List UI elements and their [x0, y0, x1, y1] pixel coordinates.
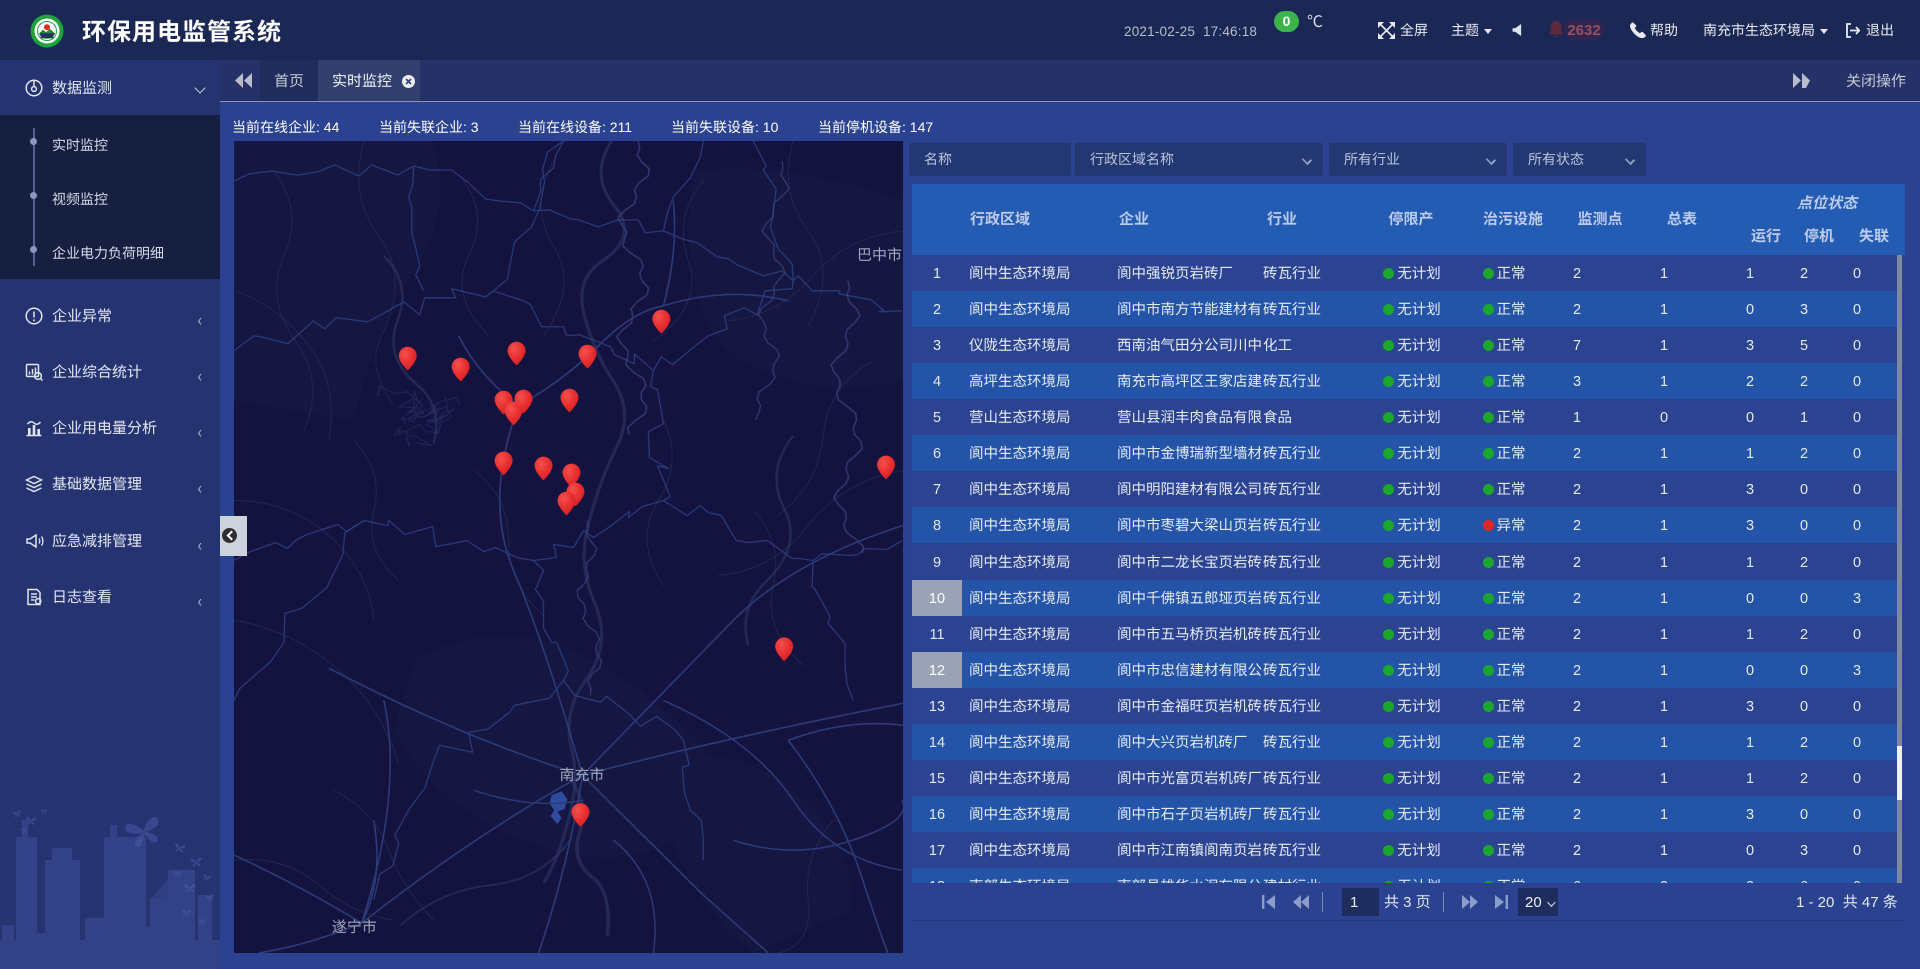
svg-text:遂宁市: 遂宁市: [332, 916, 377, 937]
svg-text:南充市: 南充市: [560, 764, 605, 785]
svg-text:巴中市: 巴中市: [857, 244, 902, 265]
